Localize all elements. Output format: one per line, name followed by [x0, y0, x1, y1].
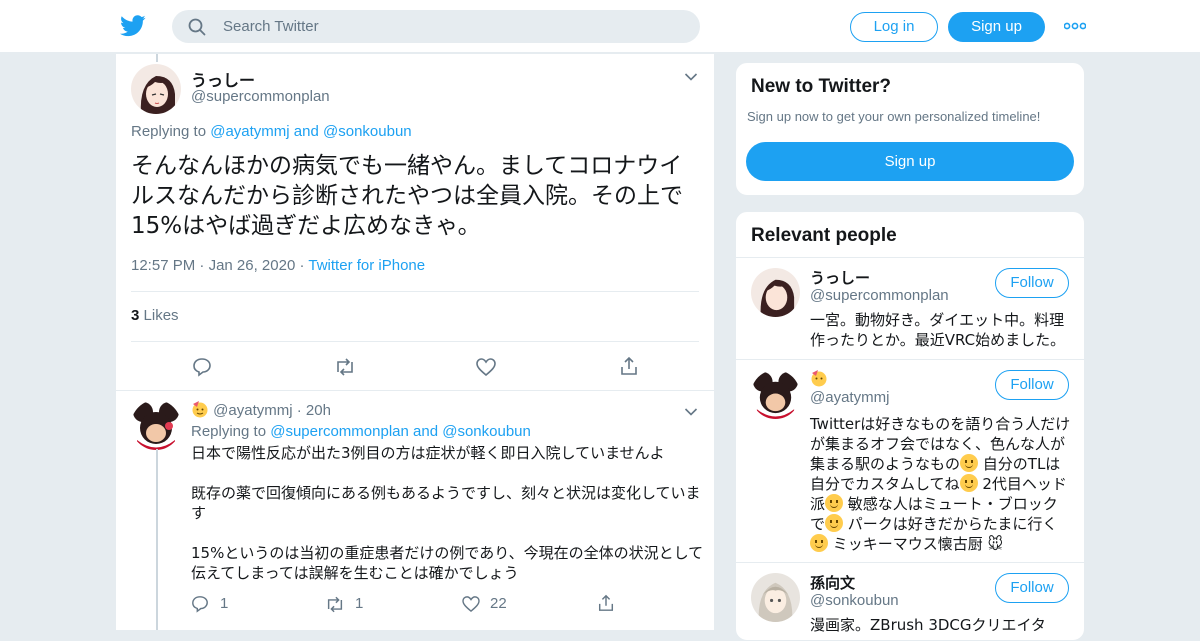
person-handle[interactable]: @supercommonplan — [810, 287, 949, 304]
person-bio: 漫画家。ZBrush 3DCGクリエイター。 — [810, 616, 1046, 640]
search-input[interactable]: Search Twitter — [172, 10, 700, 43]
divider — [116, 390, 714, 391]
relevant-people-card: Relevant people うっしー @supercommonplan Fo… — [735, 211, 1085, 641]
mention-link[interactable]: @sonkoubun — [442, 423, 531, 440]
reply-author-handle[interactable]: @ayatymmj — [213, 402, 292, 419]
reply-age[interactable]: 20h — [306, 402, 331, 419]
avatar[interactable] — [751, 370, 800, 419]
card-subtitle: Sign up now to get your own personalized… — [747, 109, 1041, 124]
tweet-text: そんなんほかの病気でも一緒やん。ましてコロナウイルスなんだから診断されたやつは全… — [131, 153, 683, 239]
tweet-author-handle[interactable]: @supercommonplan — [191, 88, 330, 105]
avatar-illustration-icon — [140, 76, 175, 114]
reply-text: 日本で陽性反応が出た3例目の方は症状が軽く即日入院していませんよ 既存の薬で回復… — [191, 444, 704, 582]
person-item: うっしー @supercommonplan Follow 一宮。動物好き。ダイエ… — [736, 257, 1084, 359]
follow-button[interactable]: Follow — [995, 573, 1069, 603]
follow-button[interactable]: Follow — [995, 370, 1069, 400]
tweet-source-link[interactable]: Twitter for iPhone — [308, 257, 425, 274]
chevron-down-icon[interactable] — [684, 72, 698, 82]
reply-header: @ayatymmj · 20h — [191, 400, 331, 419]
share-icon[interactable] — [597, 594, 615, 612]
mention-link[interactable]: @ayatymmj — [210, 123, 289, 140]
person-item: @ayatymmj Follow Twitterは好きなものを語り合う人だけが集… — [736, 359, 1084, 562]
divider — [131, 291, 699, 292]
smile-emoji-icon — [960, 454, 979, 472]
avatar[interactable] — [131, 64, 181, 114]
more-options-icon[interactable] — [1064, 20, 1086, 32]
likes-stat[interactable]: 3 Likes — [131, 307, 179, 324]
avatar[interactable] — [751, 573, 800, 622]
smile-emoji-icon — [825, 514, 844, 532]
thread-line — [156, 449, 158, 630]
avatar-mouse-icon — [752, 371, 799, 419]
heart-icon[interactable] — [476, 358, 496, 376]
avatar-mouse-icon — [133, 402, 179, 450]
top-bar: Search Twitter Log in Sign up — [0, 0, 1200, 53]
divider — [131, 341, 699, 342]
signup-button[interactable]: Sign up — [948, 12, 1045, 42]
new-to-twitter-card: New to Twitter? Sign up now to get your … — [735, 62, 1085, 196]
twitter-bird-icon[interactable] — [120, 14, 146, 38]
share-icon[interactable] — [619, 356, 639, 376]
person-name[interactable]: うっしー — [810, 267, 870, 288]
smile-emoji-icon — [959, 474, 978, 492]
person-handle[interactable]: @sonkoubun — [810, 592, 899, 609]
reply-icon[interactable] — [191, 595, 209, 613]
login-button[interactable]: Log in — [850, 12, 938, 42]
timeline-column: うっしー @supercommonplan Replying to @ayaty… — [115, 54, 715, 630]
person-item: 孫向文 @sonkoubun Follow 漫画家。ZBrush 3DCGクリエ… — [736, 562, 1084, 640]
card-title: New to Twitter? — [751, 76, 892, 97]
person-handle[interactable]: @ayatymmj — [810, 389, 889, 406]
thread-line-top — [156, 54, 158, 62]
retweet-icon[interactable] — [325, 596, 345, 613]
tweet-timestamp: 12:57 PM · Jan 26, 2020 · Twitter for iP… — [131, 257, 426, 274]
chevron-down-icon[interactable] — [684, 407, 698, 417]
reply-icon[interactable] — [192, 357, 212, 377]
follow-button[interactable]: Follow — [995, 268, 1069, 298]
replying-to-line: Replying to @supercommonplan and @sonkou… — [191, 423, 531, 440]
person-bio: Twitterは好きなものを語り合う人だけが集まるオフ会ではなく、色んな人が集ま… — [810, 415, 1071, 553]
avatar-illustration-icon — [758, 582, 793, 622]
card-title: Relevant people — [751, 225, 897, 246]
like-count: 22 — [490, 595, 507, 612]
mention-link[interactable]: @sonkoubun — [323, 123, 412, 140]
smile-emoji-icon — [825, 494, 844, 512]
avatar[interactable] — [131, 400, 181, 450]
party-face-icon — [192, 401, 208, 418]
retweet-icon[interactable] — [334, 358, 356, 376]
person-bio: 一宮。動物好き。ダイエット中。料理作ったりとか。最近VRC始めました。 — [810, 311, 1066, 349]
signup-button[interactable]: Sign up — [746, 142, 1074, 181]
person-name[interactable]: 孫向文 — [810, 572, 855, 593]
search-icon — [188, 18, 206, 36]
replying-to-line: Replying to @ayatymmj and @sonkoubun — [131, 123, 412, 140]
person-name[interactable] — [810, 369, 828, 388]
mention-link[interactable]: @supercommonplan — [270, 423, 409, 440]
avatar-illustration-icon — [760, 279, 795, 317]
search-placeholder: Search Twitter — [223, 18, 319, 35]
party-face-icon — [811, 370, 827, 387]
avatar[interactable] — [751, 268, 800, 317]
reply-count: 1 — [220, 595, 229, 612]
smile-emoji-icon — [810, 534, 828, 552]
retweet-count: 1 — [355, 595, 364, 612]
heart-icon[interactable] — [462, 596, 480, 612]
